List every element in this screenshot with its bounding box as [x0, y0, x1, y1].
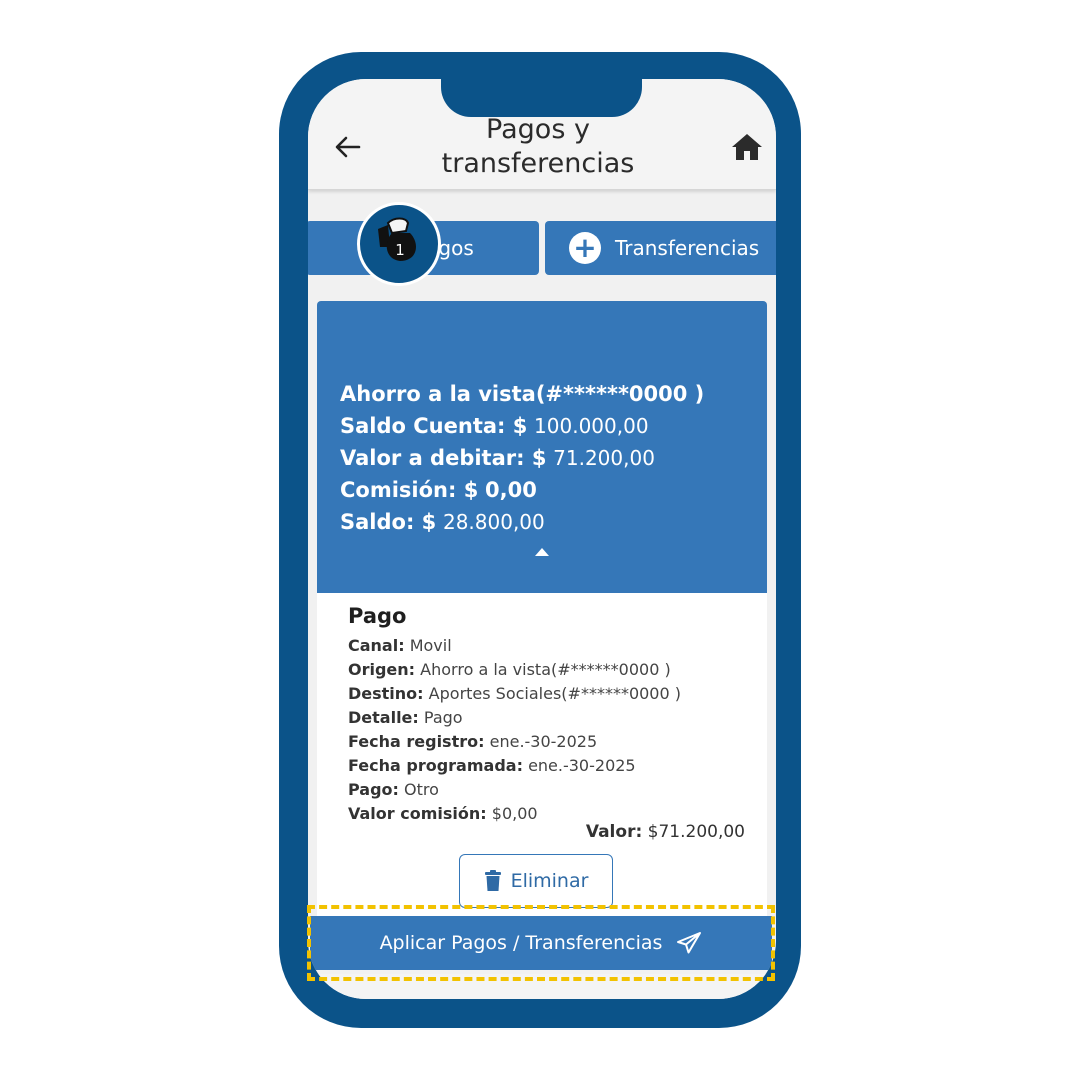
detail-row-fecha-registro: Fecha registro: ene.-30-2025	[348, 730, 681, 754]
detail-label: Detalle:	[348, 708, 419, 727]
detail-value: Aportes Sociales(#******0000 )	[428, 684, 681, 703]
collapse-caret-icon[interactable]	[534, 545, 550, 557]
detail-label: Origen:	[348, 660, 416, 679]
valor-debitar-value: 71.200,00	[553, 446, 655, 470]
detail-label: Fecha programada:	[348, 756, 523, 775]
send-icon	[677, 932, 702, 954]
bottom-nav-bar	[308, 974, 776, 999]
detail-label: Destino:	[348, 684, 424, 703]
detail-label: Fecha registro:	[348, 732, 485, 751]
detail-value: $0,00	[491, 804, 538, 823]
detail-row-fecha-programada: Fecha programada: ene.-30-2025	[348, 754, 681, 778]
delete-button-label: Eliminar	[510, 870, 589, 892]
page-title: Pagos y transferencias	[418, 113, 658, 181]
add-transferencia-label: Transferencias	[615, 236, 760, 260]
phone-notch	[441, 52, 642, 117]
comision-label: Comisión: $	[340, 478, 479, 502]
detail-total-label: Valor:	[585, 822, 643, 842]
saldo-final-row: Saldo: $ 28.800,00	[340, 506, 704, 538]
comision-value: 0,00	[485, 478, 537, 502]
detail-value: Ahorro a la vista(#******0000 )	[420, 660, 671, 679]
back-button[interactable]	[332, 131, 364, 163]
apply-payments-label: Aplicar Pagos / Transferencias	[379, 932, 663, 954]
saldo-cuenta-value: 100.000,00	[534, 414, 649, 438]
detail-row-canal: Canal: Movil	[348, 634, 681, 658]
detail-label: Valor comisión:	[348, 804, 487, 823]
valor-debitar-row: Valor a debitar: $ 71.200,00	[340, 442, 704, 474]
account-badge: 1	[357, 202, 441, 286]
apply-payments-button[interactable]: Aplicar Pagos / Transferencias	[310, 916, 772, 970]
badge-count: 1	[395, 241, 405, 259]
money-bag-hand-icon: 1	[378, 217, 416, 261]
detail-value: Pago	[423, 708, 463, 727]
saldo-final-value: 28.800,00	[442, 510, 545, 534]
account-summary-card: Ahorro a la vista(#******0000 ) Saldo Cu…	[317, 301, 767, 593]
valor-debitar-label: Valor a debitar: $	[340, 446, 547, 470]
comision-row: Comisión: $ 0,00	[340, 474, 704, 506]
detail-row-destino: Destino: Aportes Sociales(#******0000 )	[348, 682, 681, 706]
arrow-left-icon	[335, 136, 361, 158]
home-icon	[732, 134, 762, 160]
account-summary-lines: Ahorro a la vista(#******0000 ) Saldo Cu…	[340, 378, 704, 538]
delete-button[interactable]: Eliminar	[459, 854, 613, 908]
detail-value: ene.-30-2025	[489, 732, 598, 751]
detail-total-value: $71.200,00	[647, 822, 745, 842]
detail-list: Canal: Movil Origen: Ahorro a la vista(#…	[348, 634, 681, 826]
detail-title: Pago	[348, 604, 407, 628]
page-title-line2: transferencias	[441, 148, 635, 179]
saldo-final-label: Saldo: $	[340, 510, 437, 534]
detail-label: Canal:	[348, 636, 405, 655]
saldo-cuenta-label: Saldo Cuenta: $	[340, 414, 528, 438]
plus-circle-icon: +	[569, 232, 601, 264]
saldo-cuenta-row: Saldo Cuenta: $ 100.000,00	[340, 410, 704, 442]
detail-value: Movil	[409, 636, 452, 655]
detail-label: Pago:	[348, 780, 399, 799]
detail-total: Valor: $71.200,00	[586, 822, 745, 842]
page-title-line1: Pagos y	[486, 114, 590, 145]
trash-icon	[484, 870, 501, 891]
account-name: Ahorro a la vista(#******0000 )	[340, 378, 704, 410]
detail-value: ene.-30-2025	[528, 756, 636, 775]
detail-value: Otro	[404, 780, 439, 799]
detail-row-origen: Origen: Ahorro a la vista(#******0000 )	[348, 658, 681, 682]
payment-detail-card: Pago Canal: Movil Origen: Ahorro a la vi…	[317, 593, 767, 923]
account-name-text: Ahorro a la vista(#******0000 )	[340, 382, 705, 406]
add-transferencia-button[interactable]: + Transferencias	[545, 221, 776, 275]
detail-row-detalle: Detalle: Pago	[348, 706, 681, 730]
home-button[interactable]	[730, 131, 764, 163]
detail-row-pago: Pago: Otro	[348, 778, 681, 802]
